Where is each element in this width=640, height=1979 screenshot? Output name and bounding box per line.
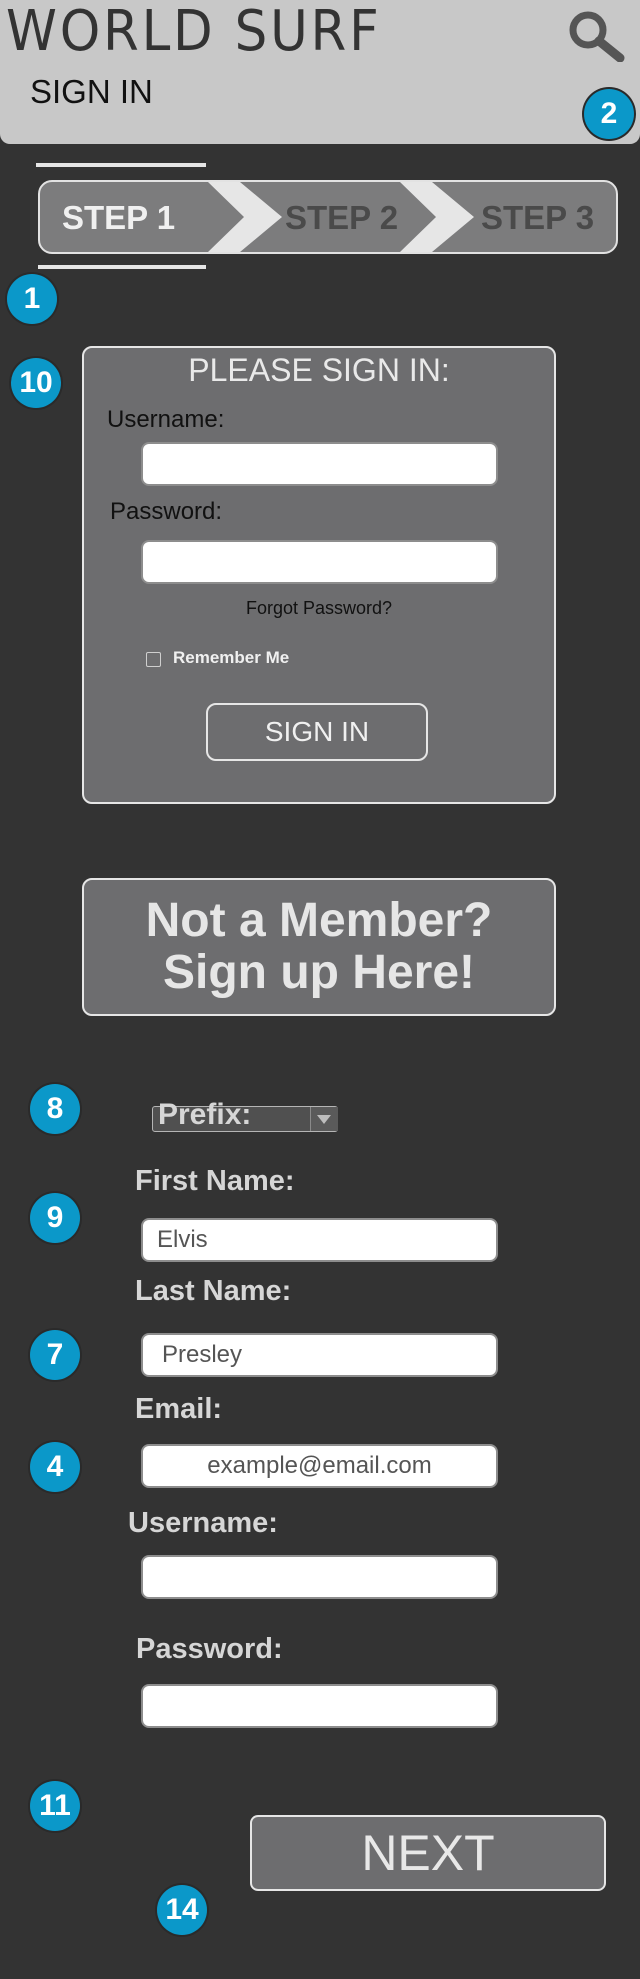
signin-button[interactable]: SIGN IN bbox=[206, 703, 428, 761]
register-username-label: Username: bbox=[128, 1507, 278, 1539]
brand-logo-text: WORLD SURF bbox=[6, 0, 382, 64]
tab-step-2[interactable]: STEP 2 bbox=[285, 201, 398, 235]
first-name-input[interactable]: Elvis bbox=[141, 1218, 498, 1262]
tab-step-3[interactable]: STEP 3 bbox=[481, 201, 594, 235]
tab-step-1[interactable]: STEP 1 bbox=[62, 201, 175, 235]
annotation-marker-2: 2 bbox=[584, 89, 634, 139]
annotation-marker-11: 11 bbox=[30, 1781, 80, 1831]
search-icon[interactable] bbox=[566, 10, 626, 62]
signin-username-label: Username: bbox=[107, 406, 225, 433]
signup-banner-line-1: Not a Member? bbox=[145, 894, 493, 947]
email-label: Email: bbox=[135, 1393, 223, 1425]
register-password-label: Password: bbox=[136, 1633, 283, 1665]
register-username-input[interactable] bbox=[141, 1555, 498, 1599]
signin-password-label: Password: bbox=[110, 498, 223, 525]
annotation-marker-7: 7 bbox=[30, 1330, 80, 1380]
annotation-marker-14: 14 bbox=[157, 1885, 207, 1935]
register-password-input[interactable] bbox=[141, 1684, 498, 1728]
last-name-label: Last Name: bbox=[135, 1275, 292, 1307]
signin-panel-title: PLEASE SIGN IN: bbox=[188, 352, 450, 388]
page-title: SIGN IN bbox=[30, 73, 153, 110]
next-button[interactable]: NEXT bbox=[250, 1815, 606, 1891]
annotation-marker-9: 9 bbox=[30, 1193, 80, 1243]
chevron-down-icon bbox=[317, 1115, 331, 1124]
annotation-marker-10: 10 bbox=[11, 358, 61, 408]
active-step-bottom-underline bbox=[38, 265, 206, 269]
forgot-password-link[interactable]: Forgot Password? bbox=[82, 597, 556, 619]
signup-banner-button[interactable]: Not a Member? Sign up Here! bbox=[82, 878, 556, 1016]
signin-username-input[interactable] bbox=[141, 442, 498, 486]
last-name-input[interactable]: Presley bbox=[141, 1333, 498, 1377]
annotation-marker-4: 4 bbox=[30, 1442, 80, 1492]
signup-banner-line-2: Sign up Here! bbox=[162, 946, 476, 999]
prefix-label: Prefix: bbox=[158, 1098, 252, 1131]
active-step-top-underline bbox=[36, 163, 206, 167]
annotation-marker-1: 1 bbox=[7, 274, 57, 324]
first-name-label: First Name: bbox=[135, 1165, 295, 1197]
remember-me-checkbox[interactable] bbox=[146, 652, 161, 667]
email-field[interactable]: example@email.com bbox=[141, 1444, 498, 1488]
signin-password-input[interactable] bbox=[141, 540, 498, 584]
annotation-marker-8: 8 bbox=[30, 1084, 80, 1134]
remember-me-label: Remember Me bbox=[173, 648, 290, 667]
